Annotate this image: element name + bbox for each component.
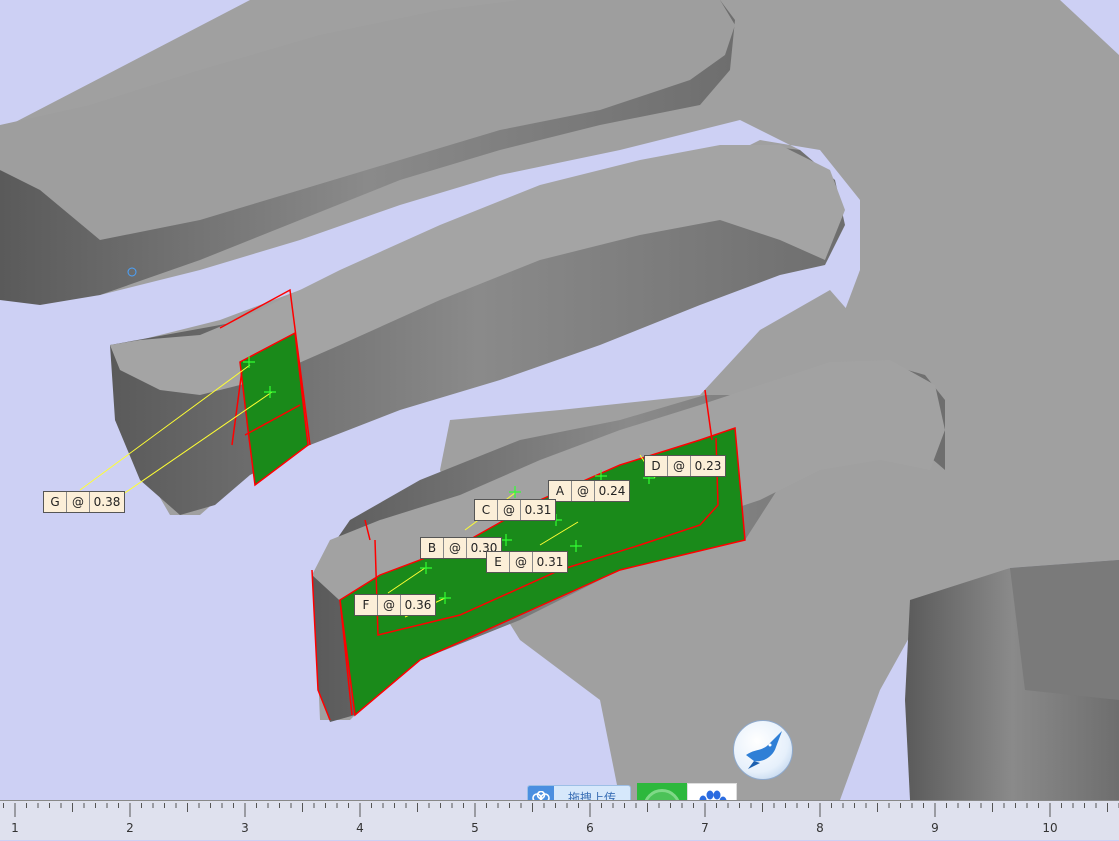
callout-a[interactable]: A @ 0.24	[548, 480, 630, 502]
callout-value: 0.38	[93, 495, 121, 509]
ruler-label: 2	[126, 821, 134, 835]
callout-value: 0.31	[536, 555, 564, 569]
callout-value: 0.23	[694, 459, 722, 473]
bird-assistant-icon[interactable]	[733, 720, 793, 780]
callout-e[interactable]: E @ 0.31	[486, 551, 568, 573]
callout-id: F	[355, 595, 378, 615]
callout-at: @	[378, 595, 401, 615]
callout-g[interactable]: G @ 0.38	[43, 491, 125, 513]
callout-at: @	[572, 481, 595, 501]
callout-at: @	[510, 552, 533, 572]
bottom-ruler: 1 2 3 4 5 6 7 8 9 10	[0, 800, 1119, 840]
callout-id: B	[421, 538, 444, 558]
callout-value: 0.36	[404, 598, 432, 612]
ruler-label: 8	[816, 821, 824, 835]
callout-value: 0.24	[598, 484, 626, 498]
right-block-top	[1010, 560, 1119, 700]
3d-viewport[interactable]	[0, 0, 1119, 840]
callout-d[interactable]: D @ 0.23	[644, 455, 726, 477]
ruler-label: 10	[1042, 821, 1058, 835]
callout-at: @	[67, 492, 90, 512]
ruler-label: 5	[471, 821, 479, 835]
ruler-label: 1	[11, 821, 19, 835]
callout-c[interactable]: C @ 0.31	[474, 499, 556, 521]
ruler-label: 4	[356, 821, 364, 835]
bird-icon	[746, 731, 782, 769]
callout-at: @	[444, 538, 467, 558]
ruler-ticks	[3, 803, 1119, 817]
callout-at: @	[498, 500, 521, 520]
ruler-label: 9	[931, 821, 939, 835]
ruler-label: 7	[701, 821, 709, 835]
callout-f[interactable]: F @ 0.36	[354, 594, 436, 616]
callout-id: D	[645, 456, 668, 476]
callout-value: 0.31	[524, 503, 552, 517]
callout-id: A	[549, 481, 572, 501]
callout-id: G	[44, 492, 67, 512]
ruler-label: 3	[241, 821, 249, 835]
callout-at: @	[668, 456, 691, 476]
callout-id: E	[487, 552, 510, 572]
ruler-label: 6	[586, 821, 594, 835]
callout-id: C	[475, 500, 498, 520]
